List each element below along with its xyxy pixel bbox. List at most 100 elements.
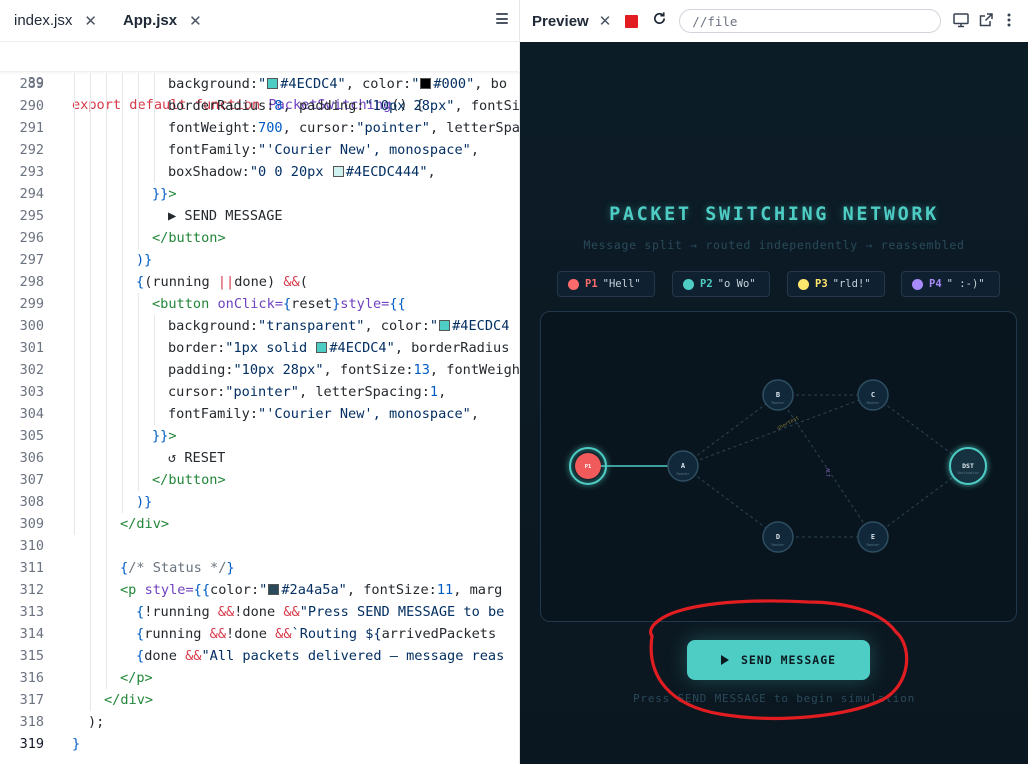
packet-chip-p2: P2 "o Wo" bbox=[672, 271, 770, 297]
packet-text: "rld!" bbox=[832, 278, 871, 290]
packet-id: P3 bbox=[815, 278, 828, 290]
svg-text:Router: Router bbox=[677, 472, 690, 476]
code-text: }}> bbox=[152, 428, 177, 444]
code-text: fontFamily:"'Courier New', monospace", bbox=[168, 406, 480, 422]
code-line: 294}}> bbox=[0, 183, 520, 205]
code-line: 296 </button> bbox=[0, 227, 520, 249]
line-number: 303 bbox=[19, 384, 44, 400]
color-swatch[interactable] bbox=[332, 166, 344, 177]
line-number: 308 bbox=[19, 494, 44, 510]
code-line: 301 border:"1px solid #4ECDC4", borderRad… bbox=[0, 337, 520, 359]
line-number: 307 bbox=[19, 472, 44, 488]
send-message-button[interactable]: SEND MESSAGE bbox=[687, 640, 870, 680]
stop-icon[interactable] bbox=[625, 14, 639, 28]
code-line: 299 <button onClick={reset}style={{ bbox=[0, 293, 520, 315]
color-swatch[interactable] bbox=[420, 78, 432, 89]
code-text: fontWeight:700, cursor:"pointer", letter… bbox=[168, 120, 520, 136]
line-number: 300 bbox=[19, 318, 44, 334]
line-number: 304 bbox=[19, 406, 44, 422]
preview-app: PACKET SWITCHING NETWORK Message split →… bbox=[520, 42, 1028, 764]
code-editor[interactable]: index.jsx ✕ App.jsx ✕ 39 export default … bbox=[0, 0, 520, 764]
packet-dot bbox=[912, 278, 923, 290]
code-line: 290 borderRadius:8, padding:"10px 28px", … bbox=[0, 95, 520, 117]
code-line: 292 fontFamily:"'Courier New', monospace"… bbox=[0, 139, 520, 161]
svg-text:P1: P1 bbox=[585, 464, 592, 470]
code-text: <p style={{color:" #2a4a5a", fontSize:11,… bbox=[120, 582, 503, 598]
code-line: 289 background:" #4ECDC4", color:" #000", b… bbox=[0, 73, 520, 95]
code-text: </div> bbox=[120, 516, 170, 532]
code-text: } bbox=[72, 736, 81, 752]
code-line: 302 padding:"10px 28px", fontSize:13, fon… bbox=[0, 359, 520, 381]
line-number: 314 bbox=[19, 626, 44, 642]
line-number: 310 bbox=[19, 538, 44, 554]
indent-guide bbox=[90, 73, 91, 711]
code-text: </button> bbox=[152, 472, 226, 488]
code-line: 291 fontWeight:700, cursor:"pointer", let… bbox=[0, 117, 520, 139]
tab-app-jsx[interactable]: App.jsx ✕ bbox=[109, 0, 214, 42]
app-title: PACKET SWITCHING NETWORK bbox=[609, 204, 939, 225]
url-input[interactable]: //file bbox=[679, 9, 942, 33]
packet-id: P4 bbox=[929, 278, 942, 290]
color-swatch[interactable] bbox=[439, 320, 451, 331]
play-icon bbox=[720, 655, 729, 665]
close-icon[interactable]: ✕ bbox=[599, 12, 612, 30]
code-text: {done &&"All packets delivered — message… bbox=[136, 648, 505, 664]
close-icon[interactable]: ✕ bbox=[189, 12, 202, 30]
color-swatch[interactable] bbox=[316, 342, 328, 353]
line-number: 289 bbox=[19, 76, 44, 92]
code-line: 298 {(running ||done) &&( bbox=[0, 271, 520, 293]
more-options-icon[interactable] bbox=[1007, 12, 1011, 33]
indent-guide bbox=[122, 73, 123, 513]
packet-chip-p4: P4 " :-)" bbox=[901, 271, 1000, 297]
hamburger-menu-icon[interactable] bbox=[496, 13, 508, 24]
line-number: 306 bbox=[19, 450, 44, 466]
code-line: 307 </button> bbox=[0, 469, 520, 491]
packet-dot bbox=[798, 278, 809, 290]
svg-text:Router: Router bbox=[772, 401, 785, 405]
line-number: 316 bbox=[19, 670, 44, 686]
tab-label: App.jsx bbox=[122, 12, 178, 29]
line-number: 291 bbox=[19, 120, 44, 136]
node-router-e: E Router bbox=[857, 521, 889, 553]
color-swatch[interactable] bbox=[267, 78, 279, 89]
code-text: <button onClick={reset}style={{ bbox=[152, 296, 406, 312]
line-number: 299 bbox=[19, 296, 44, 312]
line-number: 301 bbox=[19, 340, 44, 356]
indent-guide bbox=[138, 73, 139, 249]
code-area[interactable]: 289 background:" #4ECDC4", color:" #000", b… bbox=[0, 73, 520, 763]
reload-icon[interactable] bbox=[652, 11, 667, 31]
node-router-b: B Router bbox=[762, 379, 794, 411]
editor-tab-bar: index.jsx ✕ App.jsx ✕ bbox=[0, 0, 520, 42]
code-line: 317 </div> bbox=[0, 689, 520, 711]
svg-text:Destination: Destination bbox=[957, 471, 978, 475]
sticky-scroll-header[interactable]: 39 export default function PacketSwitchi… bbox=[0, 50, 520, 113]
code-text: border:"1px solid #4ECDC4", borderRadius bbox=[168, 340, 510, 356]
code-text: {/* Status */} bbox=[120, 560, 235, 576]
code-line: 311 {/* Status */} bbox=[0, 557, 520, 579]
status-text: Press SEND MESSAGE to begin simulation bbox=[632, 692, 916, 705]
packet-text: "o Wo" bbox=[717, 278, 756, 290]
svg-text:B: B bbox=[776, 391, 780, 399]
close-icon[interactable]: ✕ bbox=[84, 12, 97, 30]
tab-index-jsx[interactable]: index.jsx ✕ bbox=[0, 0, 109, 42]
preview-toolbar: Preview ✕ //file bbox=[520, 0, 1028, 42]
code-text: </button> bbox=[152, 230, 226, 246]
code-line: 297)} bbox=[0, 249, 520, 271]
code-line: 293 boxShadow:"0 0 20px #4ECDC444", bbox=[0, 161, 520, 183]
code-text: borderRadius:8, padding:"10px 28px", fon… bbox=[168, 98, 520, 114]
packet-text: "Hell" bbox=[602, 278, 641, 290]
code-text: </div> bbox=[104, 692, 154, 708]
preview-panel: Preview ✕ //file PACKET SWITCHING NETWOR… bbox=[520, 0, 1028, 764]
line-number: 311 bbox=[19, 560, 44, 576]
code-line: 304 fontFamily:"'Courier New', monospace"… bbox=[0, 403, 520, 425]
open-external-icon[interactable] bbox=[979, 13, 993, 32]
indent-guide bbox=[154, 73, 155, 183]
line-number: 296 bbox=[19, 230, 44, 246]
line-number: 302 bbox=[19, 362, 44, 378]
line-number: 317 bbox=[19, 692, 44, 708]
node-source: P1 bbox=[569, 447, 607, 485]
color-swatch[interactable] bbox=[268, 584, 280, 595]
packet-dot bbox=[683, 278, 694, 290]
code-text: )} bbox=[136, 252, 153, 268]
device-preview-icon[interactable] bbox=[953, 13, 969, 33]
